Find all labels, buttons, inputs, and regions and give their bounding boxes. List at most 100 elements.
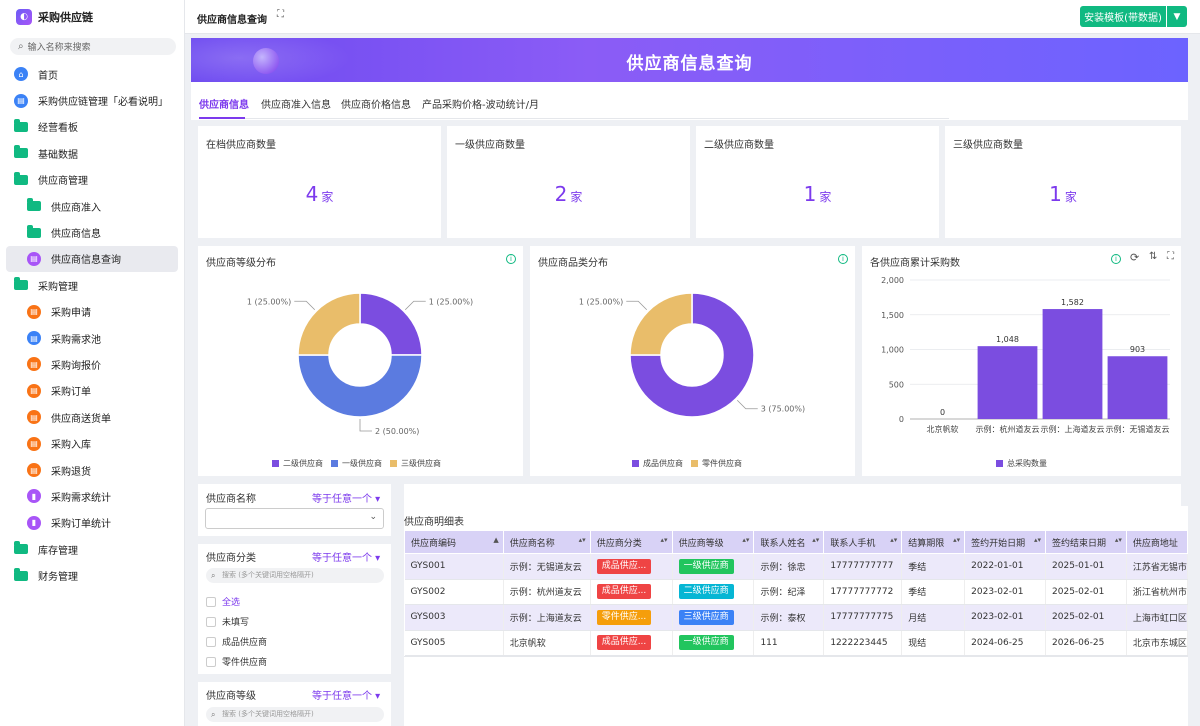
sidebar-item[interactable]: ▮ 采购需求统计 [0,483,184,509]
table-cell: 17777777772 [823,579,903,605]
sidebar-item[interactable]: ▤ 采购需求池 [0,325,184,351]
sidebar-item[interactable]: 财务管理 [0,562,184,588]
sidebar-item[interactable]: ▤ 供应商信息查询 [6,245,178,273]
column-header[interactable]: 供应商等级 ▴▾ [671,530,755,554]
bar-value-label: 1,582 [1061,298,1084,307]
tab-supplier-info[interactable]: 供应商信息 [199,96,249,111]
sidebar-item-label: 采购订单 [51,387,91,399]
legend-item[interactable]: 一级供应商 [331,458,382,469]
category-pie-chart[interactable]: 3 (75.00%) 1 (25.00%) [530,268,855,468]
sidebar-item[interactable]: ▤ 供应商送货单 [0,404,184,430]
y-tick-label: 0 [899,415,904,424]
checkbox-finished-supplier[interactable]: 成品供应商 [206,635,267,648]
purchase-bar-chart[interactable]: 0 500 1,000 1,500 2,000 0 北京帆软 1,048 示例：杭州道友云 1,5… [862,270,1181,450]
sidebar-item[interactable]: ▤ 采购询报价 [0,351,184,377]
sort-icon[interactable]: ▴▾ [742,536,749,544]
sidebar-item[interactable]: 基础数据 [0,140,184,166]
level-search-input[interactable]: ⌕ 搜索 (多个关键词用空格隔开) [206,707,384,722]
expand-icon[interactable]: ⛶ [277,9,284,20]
sort-icon[interactable]: ⇅ [1149,251,1157,262]
sort-icon[interactable]: ▴▾ [1034,536,1041,544]
sort-icon[interactable]: ▴▾ [953,536,960,544]
filter-supplier-level: 供应商等级 等于任意一个 ▾ ⌕ 搜索 (多个关键词用空格隔开) [198,682,391,726]
tab-supplier-price[interactable]: 供应商价格信息 [341,96,411,111]
sidebar-item[interactable]: ▤ 采购订单 [0,378,184,404]
sort-icon[interactable]: ▴▾ [579,536,586,544]
bar-value-label: 0 [940,408,945,417]
pie-slice[interactable] [297,354,423,418]
column-header[interactable]: 签约开始日期 ▴▾ [964,530,1047,554]
checkbox-select-all[interactable]: 全选 [206,595,240,608]
purchase-bar-panel: 各供应商累计采购数 i ⟳ ⇅ ⛶ 0 500 1,000 1,500 2,000 0 北京… [862,246,1181,476]
legend-item[interactable]: 二级供应商 [272,458,323,469]
info-icon[interactable]: i [838,254,848,264]
table-row[interactable]: GYS003 示例：上海道友云 零件供应... 三级供应商 示例：泰权 177777777… [404,604,1188,631]
bar[interactable] [977,346,1038,419]
info-icon[interactable]: i [1111,254,1121,264]
tab-supplier-admission[interactable]: 供应商准入信息 [261,96,331,111]
sort-icon[interactable]: ▴▾ [1115,536,1122,544]
legend-item[interactable]: 总采购数量 [996,458,1047,469]
gap [198,536,391,544]
info-icon[interactable]: i [506,254,516,264]
table-cell: 示例：无锡道友云 [503,553,591,580]
slice-label: 2 (50.00%) [375,427,419,436]
category-search-input[interactable]: ⌕ 搜索 (多个关键词用空格隔开) [206,568,384,583]
legend-item[interactable]: 三级供应商 [390,458,441,469]
sidebar-item[interactable]: ▤ 采购供应链管理「必看说明」 [0,87,184,113]
sidebar-item[interactable]: ▮ 采购订单统计 [0,510,184,536]
supplier-name-select[interactable]: ⌄ [205,508,384,529]
table-row[interactable]: GYS005 北京帆软 成品供应... 一级供应商 111 1222223445 现结 202… [404,630,1188,656]
bar[interactable] [1107,356,1168,419]
checkbox-parts-supplier[interactable]: 零件供应商 [206,655,267,668]
tab-price-fluctuation[interactable]: 产品采购价格-波动统计/月 [422,96,539,111]
sidebar-item-label: 供应商信息 [51,229,101,241]
sort-icon[interactable]: ▴▾ [812,536,819,544]
sidebar-item-label: 采购供应链管理「必看说明」 [38,97,168,109]
column-header[interactable]: 签约结束日期 ▴▾ [1045,530,1127,554]
sidebar-item[interactable]: 供应商管理 [0,167,184,193]
sidebar-item[interactable]: 供应商准入 [0,193,184,219]
legend-item[interactable]: 零件供应商 [691,458,742,469]
sidebar-item[interactable]: ⌂ 首页 [0,61,184,87]
sidebar-item[interactable]: 供应商信息 [0,219,184,245]
sidebar-item[interactable]: 经营看板 [0,114,184,140]
sidebar-item[interactable]: ▤ 采购入库 [0,430,184,456]
install-dropdown-button[interactable]: ▼ [1167,6,1187,27]
refresh-icon[interactable]: ⟳ [1130,251,1139,264]
column-header[interactable]: 结算期限 ▴▾ [901,530,966,554]
sidebar-item[interactable]: 采购管理 [0,272,184,298]
gap [191,476,1188,484]
app-logo[interactable]: ◐ 采购供应链 [0,0,184,34]
column-header[interactable]: 供应商地址 [1125,530,1188,554]
label-leader-line [626,300,648,311]
table-row[interactable]: GYS001 示例：无锡道友云 成品供应... 一级供应商 示例：徐忠 177777777… [404,553,1188,580]
filter-operator-dropdown[interactable]: 等于任意一个 ▾ [312,549,380,564]
filter-operator-dropdown[interactable]: 等于任意一个 ▾ [312,490,380,505]
fullscreen-icon[interactable]: ⛶ [1167,251,1174,262]
sidebar-item[interactable]: ▤ 采购申请 [0,299,184,325]
column-header[interactable]: 供应商名称 ▴▾ [502,530,591,554]
table-cell: 成品供应... [590,630,673,656]
sidebar-item[interactable]: 库存管理 [0,536,184,562]
column-header[interactable]: 联系人手机 ▴▾ [823,530,903,554]
legend-item[interactable]: 成品供应商 [632,458,683,469]
sort-asc-icon[interactable]: ▲ [493,536,498,544]
table-row[interactable]: GYS002 示例：杭州道友云 成品供应... 二级供应商 示例：纪泽 177777777… [404,579,1188,605]
checkbox-unfilled[interactable]: 未填写 [206,615,249,628]
table-cell: 17777777775 [823,604,903,631]
level-pie-chart[interactable]: 1 (25.00%) 2 (50.00%) 1 (25.00%) [198,268,523,468]
sort-icon[interactable]: ▴▾ [890,536,897,544]
filter-operator-dropdown[interactable]: 等于任意一个 ▾ [312,687,380,702]
bar[interactable] [1042,309,1103,419]
chart-legend: 总采购数量 [996,458,1047,469]
column-header[interactable]: 联系人姓名 ▴▾ [753,530,825,554]
install-template-button[interactable]: 安装模板(带数据) [1080,6,1166,27]
category-tag: 成品供应... [596,584,652,600]
column-header[interactable]: 供应商分类 ▴▾ [589,530,673,554]
column-header[interactable]: 供应商编码 ▲ [404,530,504,554]
table-cell: 2024-06-25 [964,630,1047,656]
nav-search-input[interactable]: ⌕ 输入名称来搜索 [10,38,176,55]
sort-icon[interactable]: ▴▾ [661,536,668,544]
sidebar-item[interactable]: ▤ 采购退货 [0,457,184,483]
